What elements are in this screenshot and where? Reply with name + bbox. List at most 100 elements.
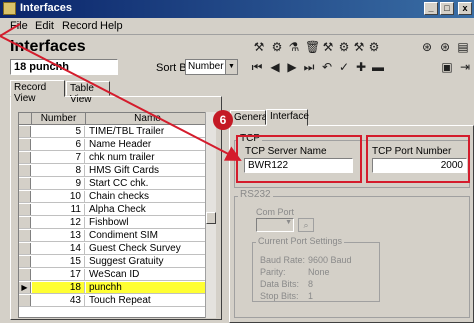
records-grid: Number Name 5 TIME/TBL Trailer 6 Name Head… bbox=[18, 112, 210, 318]
grid-header: Number Name bbox=[19, 113, 209, 125]
title-bar: Interfaces _ □ x bbox=[0, 0, 474, 18]
row-name: Suggest Gratuity bbox=[89, 256, 164, 267]
menu-record[interactable]: Record bbox=[62, 20, 97, 32]
row-number: 7 bbox=[32, 152, 85, 163]
previous-record-icon[interactable]: ◀ bbox=[268, 60, 282, 74]
chevron-down-icon: ▼ bbox=[285, 219, 292, 226]
row-selector[interactable] bbox=[19, 178, 31, 189]
binoculars-icon[interactable]: ⊛ bbox=[420, 40, 434, 54]
undo-icon[interactable]: ↶ bbox=[320, 60, 334, 74]
tool-icon[interactable]: ⚙ bbox=[270, 40, 284, 54]
grid-scrollbar[interactable] bbox=[205, 112, 216, 318]
scrollbar-thumb[interactable] bbox=[206, 212, 216, 224]
row-name: HMS Gift Cards bbox=[89, 165, 160, 176]
row-number: 15 bbox=[32, 256, 85, 267]
table-row[interactable]: 15 Suggest Gratuity bbox=[19, 256, 209, 268]
app-icon bbox=[3, 2, 16, 15]
tool-icon[interactable]: ⚒ bbox=[321, 40, 335, 54]
next-record-icon[interactable]: ▶ bbox=[285, 60, 299, 74]
tool-icon[interactable]: ⚙ bbox=[337, 40, 351, 54]
table-row[interactable]: 17 WeScan ID bbox=[19, 269, 209, 281]
table-row[interactable]: 9 Start CC chk. bbox=[19, 178, 209, 190]
check-icon[interactable]: ✓ bbox=[337, 60, 351, 74]
menu-help[interactable]: Help bbox=[100, 20, 123, 32]
chevron-down-icon[interactable]: ▼ bbox=[225, 60, 237, 74]
last-record-icon[interactable]: ⏭ bbox=[302, 60, 316, 74]
tab-interface[interactable]: Interface bbox=[266, 109, 309, 126]
row-name: Fishbowl bbox=[89, 217, 129, 228]
tab-record-view[interactable]: Record View bbox=[10, 80, 65, 104]
maximize-button[interactable]: □ bbox=[440, 2, 454, 15]
row-selector[interactable] bbox=[19, 243, 31, 254]
table-row[interactable]: 10 Chain checks bbox=[19, 191, 209, 203]
row-selector[interactable] bbox=[19, 191, 31, 202]
table-row[interactable]: 12 Fishbowl bbox=[19, 217, 209, 229]
record-field[interactable]: 18 punchh bbox=[10, 59, 118, 75]
table-row[interactable]: 5 TIME/TBL Trailer bbox=[19, 126, 209, 138]
row-number: 13 bbox=[32, 230, 85, 241]
table-row[interactable]: 11 Alpha Check bbox=[19, 204, 209, 216]
table-row[interactable]: 13 Condiment SIM bbox=[19, 230, 209, 242]
row-selector[interactable] bbox=[19, 204, 31, 215]
row-number: 10 bbox=[32, 191, 85, 202]
remove-icon[interactable]: ▬ bbox=[371, 60, 385, 74]
rs232-group-label: RS232 bbox=[238, 189, 273, 200]
stop-bits-label: Stop Bits: bbox=[260, 291, 299, 301]
tool-icon[interactable]: ⚙ bbox=[367, 40, 381, 54]
row-selector[interactable] bbox=[19, 126, 31, 137]
row-name: Touch Repeat bbox=[89, 295, 151, 306]
row-name: Start CC chk. bbox=[89, 178, 149, 189]
baud-rate-value: 9600 Baud bbox=[308, 255, 352, 265]
find-icon[interactable]: ⊛ bbox=[438, 40, 452, 54]
menu-edit[interactable]: Edit bbox=[35, 20, 54, 32]
sort-by-value: Number bbox=[188, 61, 224, 72]
row-number: 12 bbox=[32, 217, 85, 228]
table-row[interactable]: 6 Name Header bbox=[19, 139, 209, 151]
row-number: 14 bbox=[32, 243, 85, 254]
com-port-select: ▼ bbox=[256, 218, 294, 232]
tool-icon[interactable]: ⚗ bbox=[287, 40, 301, 54]
print-icon[interactable]: ▤ bbox=[456, 40, 470, 54]
stop-bits-value: 1 bbox=[308, 291, 314, 301]
menu-file[interactable]: File bbox=[10, 20, 28, 32]
minimize-button[interactable]: _ bbox=[424, 2, 438, 15]
screen-icon[interactable]: ▣ bbox=[440, 60, 454, 74]
tool-icon[interactable]: ⚒ bbox=[252, 40, 266, 54]
row-selector[interactable] bbox=[19, 269, 31, 280]
first-record-icon[interactable]: ⏮ bbox=[250, 60, 264, 74]
sort-by-select[interactable]: Number ▼ bbox=[185, 59, 238, 75]
com-port-config-button: ⌕ bbox=[298, 218, 314, 232]
row-selector[interactable] bbox=[19, 165, 31, 176]
table-row[interactable]: 7 chk num trailer bbox=[19, 152, 209, 164]
table-row[interactable]: 14 Guest Check Survey bbox=[19, 243, 209, 255]
table-row[interactable]: 8 HMS Gift Cards bbox=[19, 165, 209, 177]
row-name: Name Header bbox=[89, 139, 152, 150]
window-title: Interfaces bbox=[20, 2, 72, 14]
row-selector[interactable] bbox=[19, 230, 31, 241]
tab-table-view[interactable]: Table View bbox=[66, 81, 110, 105]
row-selector-arrow-icon[interactable]: ▶ bbox=[19, 282, 31, 293]
row-selector[interactable] bbox=[19, 139, 31, 150]
grid-header-name[interactable]: Name bbox=[86, 113, 209, 125]
row-name: Chain checks bbox=[89, 191, 150, 202]
add-icon[interactable]: ✚ bbox=[354, 60, 368, 74]
data-bits-label: Data Bits: bbox=[260, 279, 300, 289]
tool-icon[interactable]: ⚒ bbox=[352, 40, 366, 54]
table-row-selected[interactable]: ▶ 18 punchh bbox=[19, 282, 209, 294]
close-button[interactable]: x bbox=[458, 2, 472, 15]
row-selector[interactable] bbox=[19, 152, 31, 163]
data-bits-value: 8 bbox=[308, 279, 314, 289]
row-selector[interactable] bbox=[19, 256, 31, 267]
tcp-server-highlight-box bbox=[236, 135, 362, 183]
delete-icon[interactable]: 🗑 bbox=[305, 40, 320, 54]
exit-icon[interactable]: ⇥ bbox=[458, 60, 472, 74]
table-row[interactable]: 43 Touch Repeat bbox=[19, 295, 209, 307]
row-selector[interactable] bbox=[19, 295, 31, 306]
row-name: TIME/TBL Trailer bbox=[89, 126, 165, 137]
form-title: Interfaces bbox=[10, 38, 86, 55]
row-number: 8 bbox=[32, 165, 85, 176]
row-selector[interactable] bbox=[19, 217, 31, 228]
grid-header-number[interactable]: Number bbox=[32, 113, 86, 125]
grid-header-corner bbox=[19, 113, 32, 125]
tab-general[interactable]: General bbox=[230, 110, 270, 125]
